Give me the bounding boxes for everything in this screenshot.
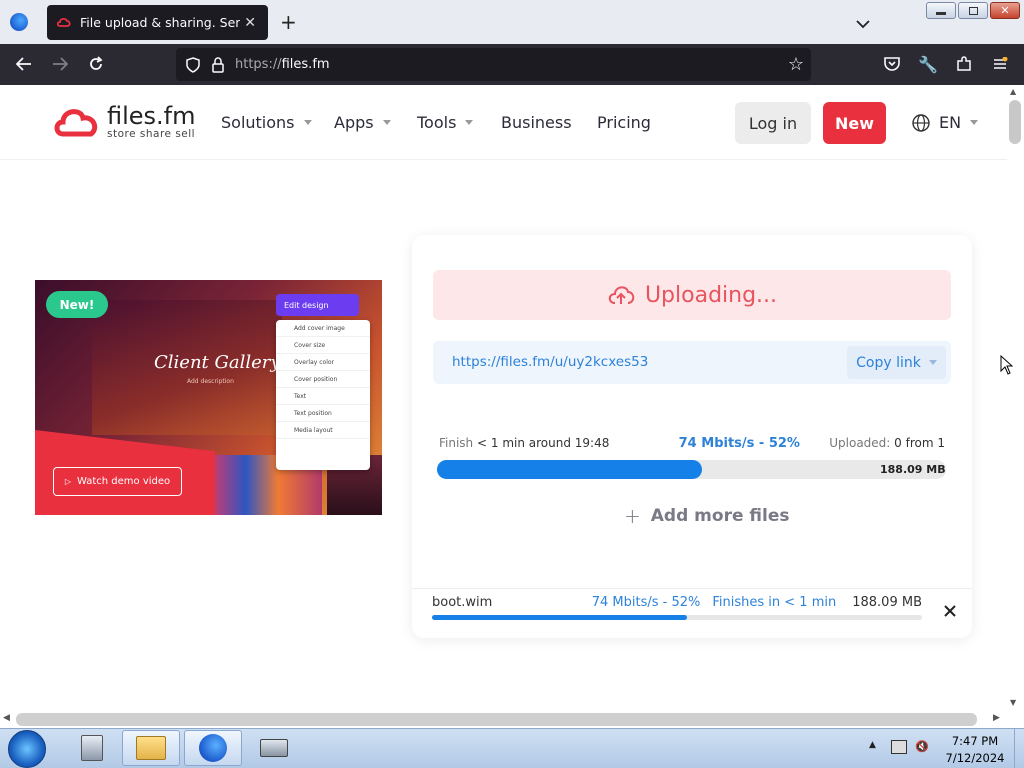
uploading-status: Uploading... <box>433 270 951 320</box>
extensions-icon[interactable] <box>952 52 976 76</box>
taskbar-network-drive-icon[interactable] <box>254 730 294 766</box>
divider <box>412 588 972 589</box>
nav-tools[interactable]: Tools <box>417 113 474 132</box>
tab-files-fm[interactable]: File upload & sharing. Send large ✕ <box>47 5 268 40</box>
start-button[interactable] <box>8 730 46 768</box>
scroll-down-arrow-icon[interactable]: ▼ <box>1010 698 1016 707</box>
new-tab-button[interactable]: + <box>280 10 297 34</box>
file-speed: 74 Mbits/s - 52% <box>591 595 701 610</box>
gallery-subtitle: Add description <box>187 378 234 385</box>
total-size: 188.09 MB <box>880 463 946 476</box>
watch-demo-button[interactable]: ▷ Watch demo video <box>53 467 182 496</box>
cancel-file-close-icon[interactable] <box>940 601 960 621</box>
nav-pricing[interactable]: Pricing <box>597 113 651 132</box>
file-progress-fill <box>432 615 687 620</box>
uploaded-count: Uploaded: 0 from 1 <box>829 436 945 450</box>
firefox-menu-icon[interactable] <box>10 13 28 31</box>
scroll-left-arrow-icon[interactable]: ◀ <box>3 713 10 723</box>
close-window-button[interactable]: ✕ <box>990 2 1020 19</box>
taskbar-server-manager-icon[interactable] <box>72 730 112 766</box>
caret-down-icon <box>970 120 979 125</box>
files-fm-logo[interactable]: files.fm store share sell <box>53 104 196 140</box>
caret-down-icon <box>928 360 937 365</box>
volume-muted-icon[interactable]: 🔇 <box>915 740 929 753</box>
gallery-title: Client Gallery <box>154 352 281 373</box>
wrench-icon[interactable]: 🔧 <box>916 52 940 76</box>
file-name: boot.wim <box>432 595 493 610</box>
vertical-scroll-thumb[interactable] <box>1009 100 1021 144</box>
design-menu-preview: Add cover image Cover size Overlay color… <box>276 320 370 470</box>
address-bar[interactable]: https://files.fm ☆ <box>176 48 811 81</box>
file-size: 188.09 MB <box>852 595 922 610</box>
system-clock[interactable]: 7:47 PM 7/12/2024 <box>940 733 1010 767</box>
pocket-icon[interactable] <box>880 52 904 76</box>
new-button[interactable]: New <box>823 102 886 144</box>
vertical-scrollbar[interactable] <box>1007 85 1024 712</box>
add-more-files-button[interactable]: + Add more files <box>624 504 789 528</box>
files-fm-favicon-icon <box>57 17 71 27</box>
scroll-right-arrow-icon[interactable]: ▶ <box>993 713 1000 723</box>
upload-speed: 74 Mbits/s - 52% <box>678 436 800 451</box>
minimize-button[interactable] <box>926 2 956 19</box>
finish-estimate: Finish < 1 min around 19:48 <box>439 436 610 450</box>
nav-solutions[interactable]: Solutions <box>221 113 312 132</box>
tracking-shield-icon[interactable] <box>185 56 201 73</box>
file-row: boot.wim 74 Mbits/s - 52% Finishes in < … <box>432 595 922 610</box>
upload-stats: Finish < 1 min around 19:48 74 Mbits/s -… <box>439 436 945 451</box>
url-text[interactable]: https://files.fm <box>235 57 330 72</box>
caret-down-icon <box>303 120 312 125</box>
tab-close-icon[interactable]: ✕ <box>244 15 256 31</box>
clock-time: 7:47 PM <box>951 734 999 748</box>
taskbar-firefox-icon[interactable] <box>184 730 242 766</box>
logo-tagline: store share sell <box>107 128 196 140</box>
cloud-upload-icon <box>608 286 635 304</box>
restore-button[interactable] <box>958 2 988 19</box>
play-icon: ▷ <box>64 477 71 486</box>
nav-apps[interactable]: Apps <box>334 113 391 132</box>
language-selector[interactable]: EN <box>912 113 979 132</box>
nav-business[interactable]: Business <box>501 113 572 132</box>
upload-progress-fill <box>437 460 702 479</box>
forward-arrow-icon[interactable] <box>48 52 72 76</box>
list-tabs-chevron-icon[interactable] <box>856 14 870 29</box>
logo-name: files.fm <box>107 102 196 130</box>
taskbar-explorer-folder-icon[interactable] <box>122 730 180 766</box>
plus-icon: + <box>624 504 641 528</box>
cloud-logo-icon <box>54 109 98 137</box>
caret-down-icon <box>382 120 391 125</box>
copy-link-button[interactable]: Copy link <box>847 346 946 379</box>
show-desktop-button[interactable] <box>1014 729 1024 768</box>
login-button[interactable]: Log in <box>735 102 811 144</box>
network-tray-icon[interactable] <box>891 740 907 754</box>
lock-icon[interactable] <box>211 56 225 73</box>
globe-icon <box>912 113 930 132</box>
back-arrow-icon[interactable] <box>12 52 36 76</box>
window-controls: ✕ <box>926 2 1020 19</box>
horizontal-scroll-thumb[interactable] <box>16 713 977 726</box>
file-finishes: Finishes in < 1 min <box>712 595 837 610</box>
app-menu-icon[interactable] <box>988 52 1012 76</box>
client-gallery-preview: Client Gallery Add description <box>92 300 282 435</box>
caret-down-icon <box>465 120 474 125</box>
bookmark-star-icon[interactable]: ☆ <box>788 54 804 75</box>
share-link[interactable]: https://files.fm/u/uy2kcxes53 <box>452 354 648 370</box>
reload-icon[interactable] <box>84 52 108 76</box>
edit-design-button: Edit design <box>276 294 359 316</box>
show-hidden-icons-icon[interactable]: ▲ <box>869 740 876 750</box>
clock-date: 7/12/2024 <box>945 751 1005 765</box>
mouse-cursor-icon <box>1000 354 1014 379</box>
tab-title: File upload & sharing. Send large <box>80 15 241 30</box>
new-badge: New! <box>46 291 108 318</box>
scroll-up-arrow-icon[interactable]: ▲ <box>1010 87 1016 96</box>
